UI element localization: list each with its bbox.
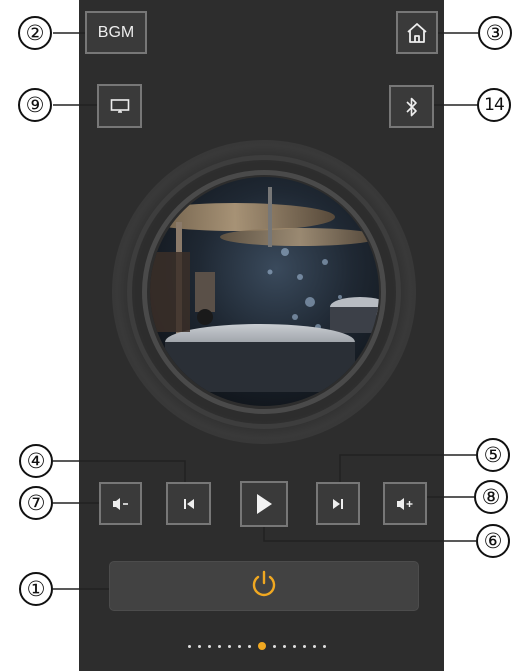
page-dot[interactable] xyxy=(322,644,326,648)
album-cover xyxy=(150,177,379,406)
bgm-button[interactable]: BGM xyxy=(85,11,147,54)
bluetooth-button[interactable] xyxy=(389,85,434,128)
page-dot[interactable] xyxy=(292,644,296,648)
page-indicator xyxy=(0,636,513,656)
screen-cast-icon xyxy=(110,98,130,114)
callout-1: ① xyxy=(19,572,53,606)
callout-9: ⑨ xyxy=(18,88,52,122)
volume-down-button[interactable] xyxy=(99,482,142,525)
play-button[interactable] xyxy=(240,481,288,527)
previous-track-icon xyxy=(182,497,196,511)
power-button[interactable] xyxy=(109,561,419,611)
callout-6: ⑥ xyxy=(476,524,510,558)
next-track-icon xyxy=(331,497,345,511)
callout-3: ③ xyxy=(478,16,512,50)
page-dot[interactable] xyxy=(247,644,251,648)
previous-track-button[interactable] xyxy=(166,482,211,525)
bgm-label: BGM xyxy=(97,23,135,41)
callout-2: ② xyxy=(18,16,52,50)
page-dot[interactable] xyxy=(302,644,306,648)
callout-5: ⑤ xyxy=(476,438,510,472)
play-icon xyxy=(254,492,274,516)
page-dot[interactable] xyxy=(227,644,231,648)
page-dot[interactable] xyxy=(282,644,286,648)
page-dot[interactable] xyxy=(217,644,221,648)
volume-down-icon xyxy=(111,496,131,512)
page-dot-active[interactable] xyxy=(257,642,266,650)
page-dot[interactable] xyxy=(272,644,276,648)
page-dot[interactable] xyxy=(237,644,241,648)
home-icon xyxy=(405,21,429,45)
bluetooth-icon xyxy=(404,96,420,118)
next-track-button[interactable] xyxy=(316,482,360,525)
page-dot[interactable] xyxy=(207,644,211,648)
page-dot[interactable] xyxy=(197,644,201,648)
volume-up-icon xyxy=(395,496,415,512)
volume-up-button[interactable] xyxy=(383,482,427,525)
power-icon xyxy=(250,569,278,604)
callout-7: ⑦ xyxy=(19,486,53,520)
page-dot[interactable] xyxy=(187,644,191,648)
screen-mode-button[interactable] xyxy=(97,84,142,128)
page-dot[interactable] xyxy=(312,644,316,648)
callout-8: ⑧ xyxy=(474,480,508,514)
callout-14: 14 xyxy=(477,88,511,122)
home-button[interactable] xyxy=(396,11,438,54)
callout-4: ④ xyxy=(19,444,53,478)
